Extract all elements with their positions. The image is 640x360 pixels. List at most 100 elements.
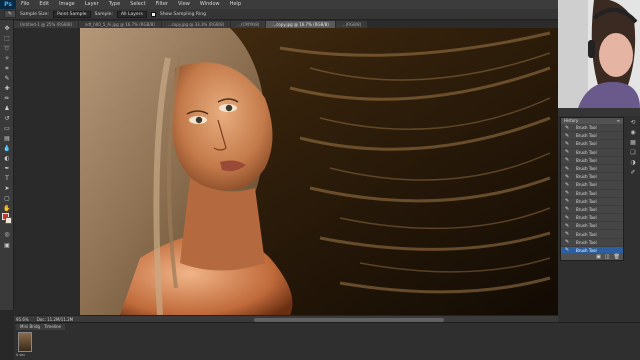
toolbox: ✥ ⬚ ➰ ✧ ⌗ ✎ ✚ ✏ ♟ ↺ ▭ ▤ 💧 ◐ ✒ T ➤ ▢ ✋ ◎ … <box>0 20 14 310</box>
history-item[interactable]: ✎ Brush Tool <box>561 181 623 190</box>
panel-brush-icon[interactable]: ✐ <box>629 169 637 177</box>
sample-size-select[interactable]: Point Sample <box>53 10 91 18</box>
move-tool-icon[interactable]: ✥ <box>2 24 12 33</box>
background-color-swatch[interactable] <box>5 217 12 224</box>
show-sampling-ring-checkbox[interactable] <box>150 11 156 17</box>
history-item[interactable]: ✎ Brush Tool <box>561 165 623 174</box>
marquee-tool-icon[interactable]: ⬚ <box>2 34 12 43</box>
history-panel-title: History <box>564 118 579 123</box>
history-item-label: Brush Tool <box>576 239 597 245</box>
delete-state-icon[interactable]: 🗑 <box>614 254 620 260</box>
panel-history-icon[interactable]: ⟲ <box>629 119 637 127</box>
pen-tool-icon[interactable]: ✒ <box>2 164 12 173</box>
canvas-area[interactable] <box>14 28 558 315</box>
document-tab[interactable]: ...(CMYK/8) <box>231 21 266 28</box>
history-brush-tool-icon[interactable]: ↺ <box>2 114 12 123</box>
panel-layers-icon[interactable]: ❏ <box>629 149 637 157</box>
healing-tool-icon[interactable]: ✚ <box>2 84 12 93</box>
lasso-tool-icon[interactable]: ➰ <box>2 44 12 53</box>
menu-window[interactable]: Window <box>195 0 225 9</box>
brush-icon: ✎ <box>565 214 570 221</box>
bottom-panel: Mini Bridge Timeline 0 sec <box>14 322 640 360</box>
tab-timeline[interactable]: Timeline <box>40 324 66 330</box>
panel-adjustments-icon[interactable]: ◑ <box>629 159 637 167</box>
path-select-tool-icon[interactable]: ➤ <box>2 184 12 193</box>
new-document-from-state-icon[interactable]: ▣ <box>596 254 601 260</box>
gradient-tool-icon[interactable]: ▤ <box>2 134 12 143</box>
menu-layer[interactable]: Layer <box>80 0 104 9</box>
history-item[interactable]: ✎ Brush Tool <box>561 140 623 149</box>
brush-icon: ✎ <box>565 181 570 188</box>
menu-help[interactable]: Help <box>225 0 246 9</box>
history-item-label: Brush Tool <box>576 215 597 221</box>
history-item[interactable]: ✎ Brush Tool <box>561 239 623 247</box>
crop-tool-icon[interactable]: ⌗ <box>2 64 12 73</box>
history-item-label: Brush Tool <box>576 157 597 163</box>
history-item-label: Brush Tool <box>576 223 597 229</box>
history-item-label: Brush Tool <box>576 149 597 155</box>
stamp-tool-icon[interactable]: ♟ <box>2 104 12 113</box>
history-item-label: Brush Tool <box>576 190 597 196</box>
document-tab[interactable]: ...(RGB/8) <box>335 21 368 28</box>
new-snapshot-icon[interactable]: ◫ <box>605 254 610 260</box>
document-tab-active[interactable]: ...copy.jpg @ 16.7% (RGB/8) <box>266 21 335 28</box>
quick-mask-icon[interactable]: ◎ <box>2 230 12 239</box>
menu-view[interactable]: View <box>173 0 195 9</box>
status-bar: 95.6% Doc: 11.2M/11.2M <box>14 315 558 322</box>
menu-select[interactable]: Select <box>125 0 150 9</box>
history-item[interactable]: ✎ Brush Tool <box>561 222 623 231</box>
quick-select-tool-icon[interactable]: ✧ <box>2 54 12 63</box>
timeline-thumbnail[interactable] <box>18 332 32 352</box>
sample-select[interactable]: All Layers <box>116 10 147 18</box>
history-item[interactable]: ✎ Brush Tool <box>561 149 623 157</box>
history-item-label: Brush Tool <box>576 182 597 188</box>
tool-preset-picker[interactable]: ✎ <box>4 10 16 18</box>
brush-icon: ✎ <box>565 132 570 139</box>
history-item[interactable]: ✎ Brush Tool <box>561 132 623 141</box>
menu-filter[interactable]: Filter <box>151 0 173 9</box>
panel-color-icon[interactable]: ◉ <box>629 129 637 137</box>
history-item[interactable]: ✎ Brush Tool <box>561 173 623 182</box>
document-tab[interactable]: ...copy.jpg @ 33.3% (RGB/8) <box>161 21 231 28</box>
brush-tool-icon[interactable]: ✏ <box>2 94 12 103</box>
menu-file[interactable]: File <box>16 0 34 9</box>
menu-type[interactable]: Type <box>104 0 125 9</box>
eyedropper-tool-icon[interactable]: ✎ <box>2 74 12 83</box>
hand-tool-icon[interactable]: ✋ <box>2 204 12 213</box>
sample-size-label: Sample Size: <box>20 11 50 17</box>
history-item-label: Brush Tool <box>576 166 597 172</box>
history-item[interactable]: ✎ Brush Tool <box>561 230 623 239</box>
shape-tool-icon[interactable]: ▢ <box>2 194 12 203</box>
eraser-tool-icon[interactable]: ▭ <box>2 124 12 133</box>
panel-menu-icon[interactable]: ≡ <box>617 118 620 124</box>
history-item[interactable]: ✎ Brush Tool <box>561 214 623 223</box>
brush-icon: ✎ <box>565 222 570 229</box>
history-item[interactable]: ✎ Brush Tool <box>561 206 623 215</box>
horizontal-scrollbar[interactable] <box>254 317 444 322</box>
history-item[interactable]: ✎ Brush Tool <box>561 190 623 198</box>
zoom-level[interactable]: 95.6% <box>16 317 29 322</box>
menu-image[interactable]: Image <box>54 0 80 9</box>
history-item-label: Brush Tool <box>576 231 597 237</box>
blur-tool-icon[interactable]: 💧 <box>2 144 12 153</box>
dodge-tool-icon[interactable]: ◐ <box>2 154 12 163</box>
document-size: Doc: 11.2M/11.2M <box>36 316 74 322</box>
screen-mode-icon[interactable]: ▣ <box>2 241 12 250</box>
history-panel: History ≡ ✎ Brush Tool ✎ Brush Tool ✎ Brush T… <box>560 117 624 261</box>
menu-edit[interactable]: Edit <box>34 0 54 9</box>
brush-icon: ✎ <box>565 165 570 172</box>
history-item-label: Brush Tool <box>576 206 597 212</box>
history-item[interactable]: ✎ Brush Tool <box>561 157 623 165</box>
painting-artwork <box>80 28 558 315</box>
panel-header-strip <box>558 108 640 116</box>
history-item[interactable]: ✎ Brush Tool <box>561 198 623 206</box>
document-tab[interactable]: sdf_h00_5_Ai.jpg @ 16.7% (RGB/8) <box>79 21 161 28</box>
history-item-label: Brush Tool <box>576 141 597 147</box>
webcam-overlay <box>558 0 640 108</box>
type-tool-icon[interactable]: T <box>2 174 12 183</box>
history-item-label: Brush Tool <box>576 198 597 204</box>
panel-swatches-icon[interactable]: ▦ <box>629 139 637 147</box>
brush-icon: ✎ <box>565 190 570 197</box>
history-item[interactable]: ✎ Brush Tool <box>561 124 623 133</box>
document-tab[interactable]: Untitled-1 @ 25% (RGB/8) <box>14 21 79 28</box>
